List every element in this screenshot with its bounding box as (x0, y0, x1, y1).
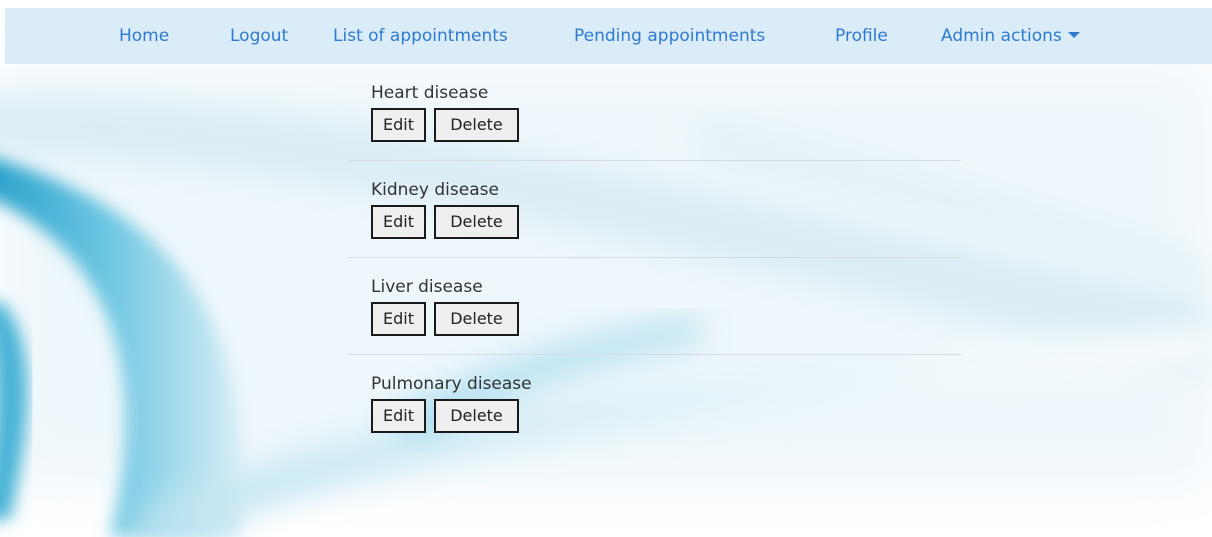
delete-button[interactable]: Delete (434, 302, 519, 336)
top-navbar: Home Logout List of appointments Pending… (5, 8, 1212, 64)
edit-button[interactable]: Edit (371, 108, 426, 142)
edit-button[interactable]: Edit (371, 205, 426, 239)
edit-button[interactable]: Edit (371, 399, 426, 433)
nav-logout-link[interactable]: Logout (230, 8, 288, 64)
list-item: Liver disease Edit Delete (348, 258, 961, 355)
list-item: Kidney disease Edit Delete (348, 161, 961, 258)
list-item: Heart disease Edit Delete (348, 64, 961, 161)
delete-button[interactable]: Delete (434, 108, 519, 142)
nav-appointments-link[interactable]: List of appointments (333, 8, 508, 64)
nav-home-link[interactable]: Home (119, 8, 169, 64)
disease-name: Liver disease (371, 277, 483, 297)
delete-button[interactable]: Delete (434, 399, 519, 433)
edit-button[interactable]: Edit (371, 302, 426, 336)
nav-profile-link[interactable]: Profile (835, 8, 888, 64)
nav-pending-appointments-link[interactable]: Pending appointments (574, 8, 765, 64)
caret-down-icon (1067, 31, 1080, 38)
disease-name: Heart disease (371, 83, 489, 103)
disease-name: Kidney disease (371, 180, 499, 200)
disease-list: Heart disease Edit Delete Kidney disease… (348, 64, 961, 452)
delete-button[interactable]: Delete (434, 205, 519, 239)
admin-actions-label: Admin actions (941, 26, 1062, 46)
disease-name: Pulmonary disease (371, 374, 532, 394)
nav-admin-actions-dropdown[interactable]: Admin actions (941, 8, 1080, 64)
list-item: Pulmonary disease Edit Delete (348, 355, 961, 452)
